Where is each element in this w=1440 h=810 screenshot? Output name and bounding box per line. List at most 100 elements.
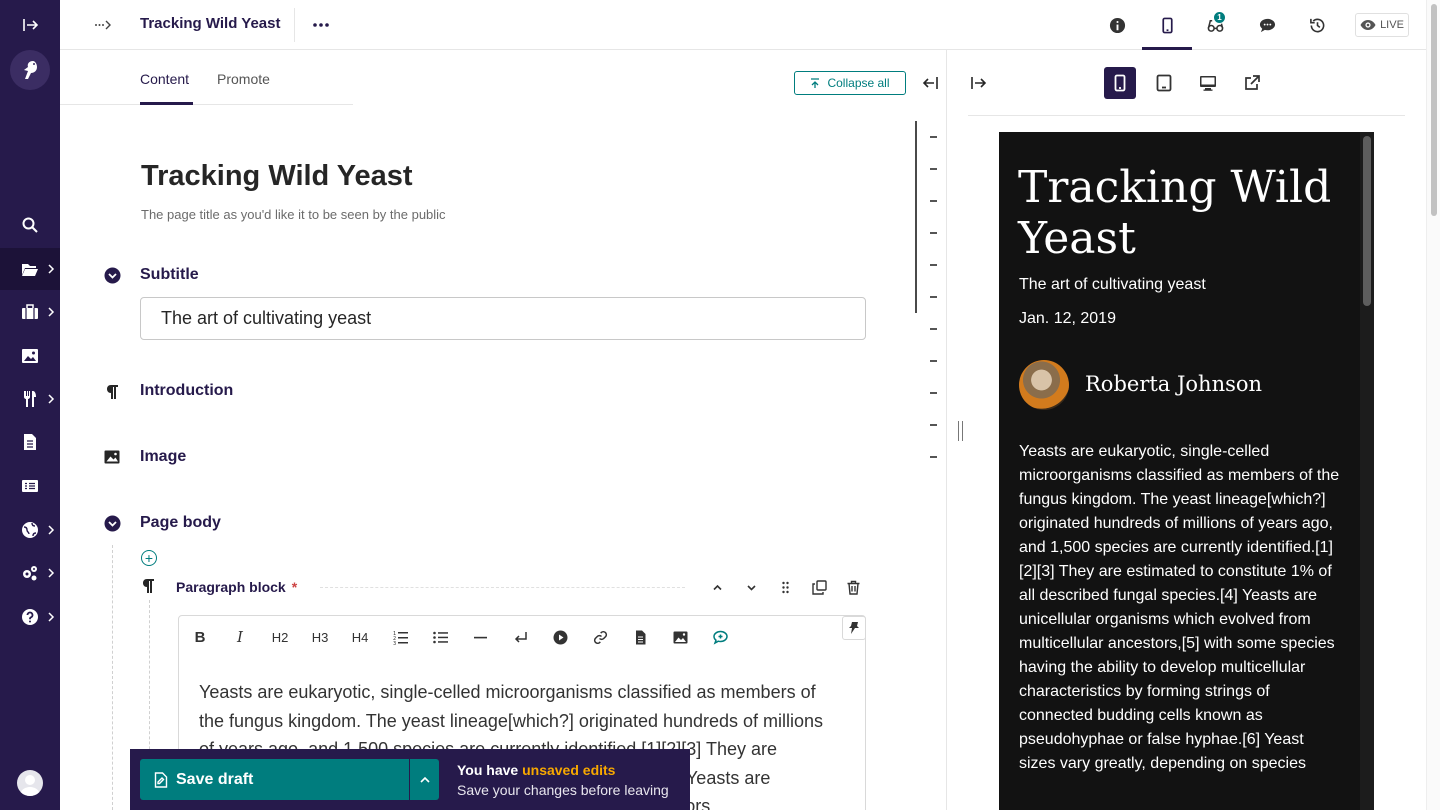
save-bar: Save draft You have unsaved edits Save y… <box>130 749 690 810</box>
minimap-tick[interactable] <box>930 360 937 362</box>
draft-document-icon <box>154 771 168 788</box>
collapse-preview-button[interactable] <box>967 72 991 94</box>
breadcrumb-toggle[interactable] <box>90 14 118 36</box>
info-button[interactable] <box>1102 10 1132 40</box>
line-break-button[interactable] <box>507 626 533 648</box>
mobile-preview-frame[interactable]: Tracking Wild Yeast The art of cultivati… <box>999 132 1374 810</box>
sidebar-item-pages[interactable] <box>0 248 60 290</box>
sidebar-item-forms[interactable] <box>0 465 60 507</box>
mobile-icon <box>1114 74 1126 92</box>
header-page-title: Tracking Wild Yeast <box>140 15 281 32</box>
document-icon <box>635 630 645 644</box>
insert-image-button[interactable] <box>667 626 693 648</box>
move-down-button[interactable] <box>740 576 762 598</box>
sidebar-item-search[interactable] <box>0 204 60 246</box>
mobile-icon <box>1161 17 1173 33</box>
page-title-field[interactable]: Tracking Wild Yeast <box>141 160 413 193</box>
search-icon <box>22 217 38 233</box>
live-view-button[interactable]: LIVE <box>1355 13 1409 37</box>
minimap-tick[interactable] <box>930 136 937 138</box>
desktop-icon <box>1200 76 1216 91</box>
wagtail-logo[interactable] <box>10 50 50 90</box>
link-button[interactable] <box>587 626 613 648</box>
comments-button[interactable] <box>1252 10 1282 40</box>
chevron-up-icon <box>712 584 722 590</box>
add-comment-button[interactable] <box>707 626 733 648</box>
document-link-button[interactable] <box>627 626 653 648</box>
move-up-button[interactable] <box>706 576 728 598</box>
preview-toggle-button[interactable] <box>1152 10 1182 40</box>
minimap-tick[interactable] <box>930 424 937 426</box>
ordered-list-button[interactable]: 123 <box>387 626 413 648</box>
minimap-tick[interactable] <box>930 456 937 458</box>
minimap-tick[interactable] <box>930 200 937 202</box>
heading-4-button[interactable]: H4 <box>347 626 373 648</box>
duplicate-block-button[interactable] <box>808 576 830 598</box>
collapse-minimap-button[interactable] <box>918 72 942 94</box>
sidebar-item-sites[interactable] <box>0 509 60 551</box>
heading-2-button[interactable]: H2 <box>267 626 293 648</box>
sidebar-item-recipes[interactable] <box>0 378 60 420</box>
subtitle-collapse-toggle[interactable] <box>103 266 121 284</box>
preview-tablet-button[interactable] <box>1148 67 1180 99</box>
collapse-up-icon <box>811 78 820 88</box>
sidebar-item-settings[interactable] <box>0 552 60 594</box>
ordered-list-icon: 123 <box>393 631 408 645</box>
preview-author-name: Roberta Johnson <box>1085 372 1263 396</box>
tab-promote[interactable]: Promote <box>217 71 270 87</box>
paragraph-block-label: Paragraph block * <box>176 579 297 595</box>
more-actions-button[interactable] <box>308 14 334 36</box>
sidebar-item-documents[interactable] <box>0 421 60 463</box>
open-preview-new-tab-button[interactable] <box>1236 67 1268 99</box>
pin-toolbar-button[interactable] <box>842 616 866 640</box>
expand-sidebar-button[interactable] <box>0 4 60 46</box>
image-section-label: Image <box>140 448 187 465</box>
add-block-button[interactable]: + <box>141 550 157 566</box>
heading-3-button[interactable]: H3 <box>307 626 333 648</box>
drag-handle[interactable] <box>774 576 796 598</box>
page-scrollbar-thumb[interactable] <box>1431 4 1437 216</box>
subtitle-input[interactable]: The art of cultivating yeast <box>140 297 866 340</box>
horizontal-rule-button[interactable] <box>467 626 493 648</box>
document-icon <box>24 434 36 450</box>
preview-scrollbar-thumb[interactable] <box>1363 136 1371 306</box>
author-avatar <box>1019 360 1069 410</box>
bullet-list-button[interactable] <box>427 626 453 648</box>
preview-scrollbar[interactable] <box>1360 132 1374 810</box>
preview-desktop-button[interactable] <box>1192 67 1224 99</box>
delete-block-button[interactable] <box>842 576 864 598</box>
minimap-tick[interactable] <box>930 328 937 330</box>
image-section-toggle[interactable] <box>103 448 121 466</box>
svg-text:3: 3 <box>393 641 396 645</box>
save-draft-button[interactable]: Save draft <box>140 759 409 800</box>
embed-media-button[interactable] <box>547 626 573 648</box>
chevron-right-icon <box>48 612 55 622</box>
minimap-tick[interactable] <box>930 232 937 234</box>
minimap-tick[interactable] <box>930 392 937 394</box>
sidebar-item-images[interactable] <box>0 335 60 377</box>
page-body-collapse-toggle[interactable] <box>103 514 121 532</box>
italic-button[interactable]: I <box>227 626 253 648</box>
user-avatar[interactable] <box>17 770 43 796</box>
history-button[interactable] <box>1302 10 1332 40</box>
sidebar <box>0 0 60 810</box>
expand-arrow-icon <box>23 19 39 31</box>
page-scrollbar[interactable] <box>1426 0 1440 810</box>
panel-resize-handle[interactable] <box>958 421 963 441</box>
minimap-tick[interactable] <box>930 168 937 170</box>
list-icon <box>22 480 38 492</box>
block-header-divider <box>320 587 685 588</box>
save-options-toggle[interactable] <box>410 759 439 800</box>
sidebar-item-snippets[interactable] <box>0 291 60 333</box>
introduction-section-toggle[interactable] <box>103 382 121 400</box>
collapse-all-button[interactable]: Collapse all <box>794 71 906 95</box>
preview-mobile-button[interactable] <box>1104 67 1136 99</box>
minimap-tick[interactable] <box>930 264 937 266</box>
body-guide-line <box>112 545 113 810</box>
minimap-indicator[interactable] <box>915 121 917 313</box>
sidebar-item-help[interactable] <box>0 596 60 638</box>
bold-button[interactable]: B <box>187 626 213 648</box>
minimap-tick[interactable] <box>930 296 937 298</box>
tab-content[interactable]: Content <box>140 71 189 87</box>
horizontal-rule-icon <box>473 636 487 638</box>
